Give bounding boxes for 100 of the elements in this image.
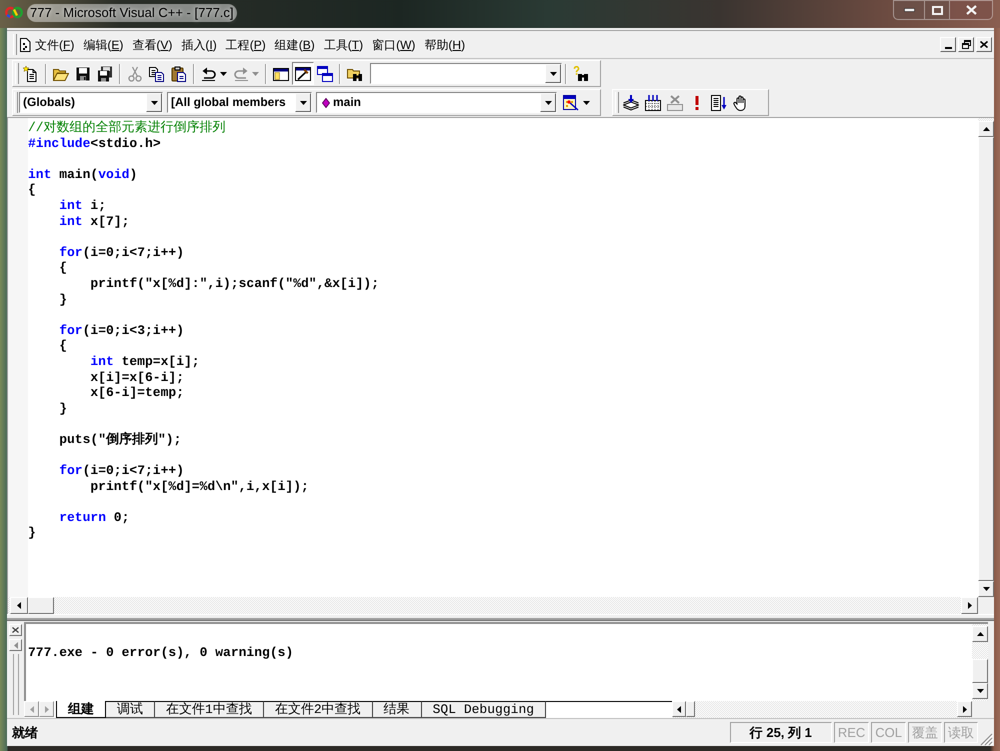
crossed-tray-icon (667, 94, 683, 110)
menu-item[interactable]: 帮助(H) (421, 34, 468, 54)
menu-item[interactable]: 工具(T) (320, 34, 366, 54)
page-down-arrow-icon (711, 94, 727, 110)
dropdown-button[interactable] (545, 64, 561, 83)
caret-down-icon (252, 72, 259, 76)
code-line: int main(void) (28, 166, 138, 182)
scope-dropdown[interactable]: (Globals) (19, 92, 163, 113)
scroll-left-button[interactable] (10, 597, 28, 614)
maximize-icon (932, 6, 942, 14)
minimize-button[interactable] (893, 0, 925, 20)
redo-arrow-icon (233, 66, 249, 82)
code-line: return 0; (59, 510, 130, 526)
code-line: #include<stdio.h> (28, 136, 161, 152)
scroll-right-button[interactable] (957, 701, 972, 717)
menu-item[interactable]: 组建(B) (272, 34, 318, 54)
scissors-icon (127, 66, 143, 82)
code-line: int i; (59, 198, 106, 214)
triangle-up-icon (976, 632, 984, 636)
triangle-left-icon (17, 602, 21, 609)
code-line: printf("x[%d]:",i);scanf("%d",&x[i]); (90, 276, 380, 292)
clipboard-icon (171, 66, 187, 82)
dropdown-button[interactable] (295, 93, 311, 112)
status-indicator: COL (871, 722, 906, 743)
members-dropdown[interactable]: [All global members (167, 92, 312, 113)
scroll-left-button[interactable] (672, 701, 686, 717)
diamond-icon (322, 98, 330, 108)
horizontal-scrollbar[interactable] (672, 701, 972, 718)
scroll-down-button[interactable] (972, 683, 988, 699)
function-dropdown[interactable]: main (316, 92, 557, 113)
close-pane-button[interactable] (9, 624, 22, 636)
menu-item[interactable]: 编辑(E) (80, 34, 126, 54)
output-button[interactable] (292, 62, 314, 85)
cursor-position: 行 25, 列 1 (730, 722, 832, 743)
window-hammer-icon (295, 66, 311, 82)
dropdown-button[interactable] (146, 93, 162, 112)
scroll-thumb[interactable] (972, 659, 988, 683)
find-combo[interactable] (370, 63, 562, 84)
status-indicator: 读取 (944, 722, 978, 743)
toolbar-grip[interactable] (13, 34, 17, 55)
scroll-thumb[interactable] (686, 701, 695, 717)
output-tab[interactable]: 在文件2中查找 (264, 701, 373, 718)
output-tab[interactable]: SQL Debugging (422, 701, 546, 718)
document-minimize-button[interactable] (940, 37, 956, 52)
output-tab[interactable]: 在文件1中查找 (155, 701, 264, 718)
code-line: x[i]=x[6-i]; (90, 370, 184, 386)
caret-down-icon (544, 100, 552, 104)
scroll-right-button[interactable] (961, 597, 978, 614)
menu-item[interactable]: 窗口(W) (369, 34, 418, 54)
caret-down-icon (300, 100, 306, 104)
document-close-button[interactable] (976, 37, 992, 52)
caret-down-icon (220, 72, 227, 76)
code-line: } (59, 400, 67, 416)
menu-item[interactable]: 插入(I) (178, 34, 220, 54)
triangle-right-icon (968, 602, 972, 609)
scroll-thumb[interactable] (28, 597, 54, 614)
triangle-right-icon (44, 706, 48, 712)
triangle-left-icon (14, 642, 18, 648)
code-line: printf("x[%d]=%d\n",i,x[i]); (90, 478, 309, 494)
toolbar-grip[interactable] (15, 63, 19, 84)
scroll-up-button[interactable] (978, 121, 994, 137)
code-line: } (59, 292, 67, 308)
code-line: //对数组的全部元素进行倒序排列 (28, 120, 226, 136)
tab-scroll-right-button[interactable] (39, 701, 54, 717)
caret-down-icon (150, 100, 158, 104)
scroll-down-button[interactable] (978, 581, 994, 597)
menu-item[interactable]: 文件(F) (32, 34, 78, 54)
collapse-pane-button[interactable] (9, 639, 22, 651)
caret-down-icon (583, 100, 590, 104)
code-line: { (59, 260, 67, 276)
menu-item[interactable]: 工程(P) (222, 34, 269, 54)
vertical-scrollbar[interactable] (972, 624, 988, 701)
toolbar-grip[interactable] (615, 92, 619, 113)
document-icon (20, 38, 31, 52)
document-restore-button[interactable] (958, 37, 974, 52)
horizontal-scrollbar[interactable] (8, 597, 978, 614)
exclamation-icon (695, 96, 699, 110)
output-tab[interactable]: 调试 (106, 701, 155, 718)
tab-scroll-left-button[interactable] (24, 701, 39, 717)
status-indicator: REC (834, 722, 870, 743)
menu-item[interactable]: 查看(V) (129, 34, 176, 54)
output-tab[interactable]: 组建 (56, 701, 106, 718)
output-tab[interactable]: 结果 (372, 701, 422, 718)
close-icon (12, 627, 19, 633)
toolbar-grip[interactable] (14, 92, 18, 113)
binoculars-question-icon (573, 66, 589, 82)
code-line: { (28, 182, 36, 198)
restore-icon (962, 40, 970, 49)
maximize-button[interactable] (925, 0, 950, 20)
dropdown-button[interactable] (540, 93, 556, 112)
code-line: int x[7]; (59, 214, 130, 230)
code-line: { (59, 338, 67, 354)
code-line: for(i=0;i<7;i++) (59, 463, 184, 479)
scroll-up-button[interactable] (972, 626, 988, 642)
close-icon (980, 41, 988, 48)
pane-grip[interactable] (12, 654, 18, 715)
resize-grip-icon[interactable] (979, 732, 993, 746)
close-button[interactable] (950, 0, 993, 20)
cascaded-windows-icon (317, 66, 333, 82)
grid-wand-icon (563, 94, 579, 110)
